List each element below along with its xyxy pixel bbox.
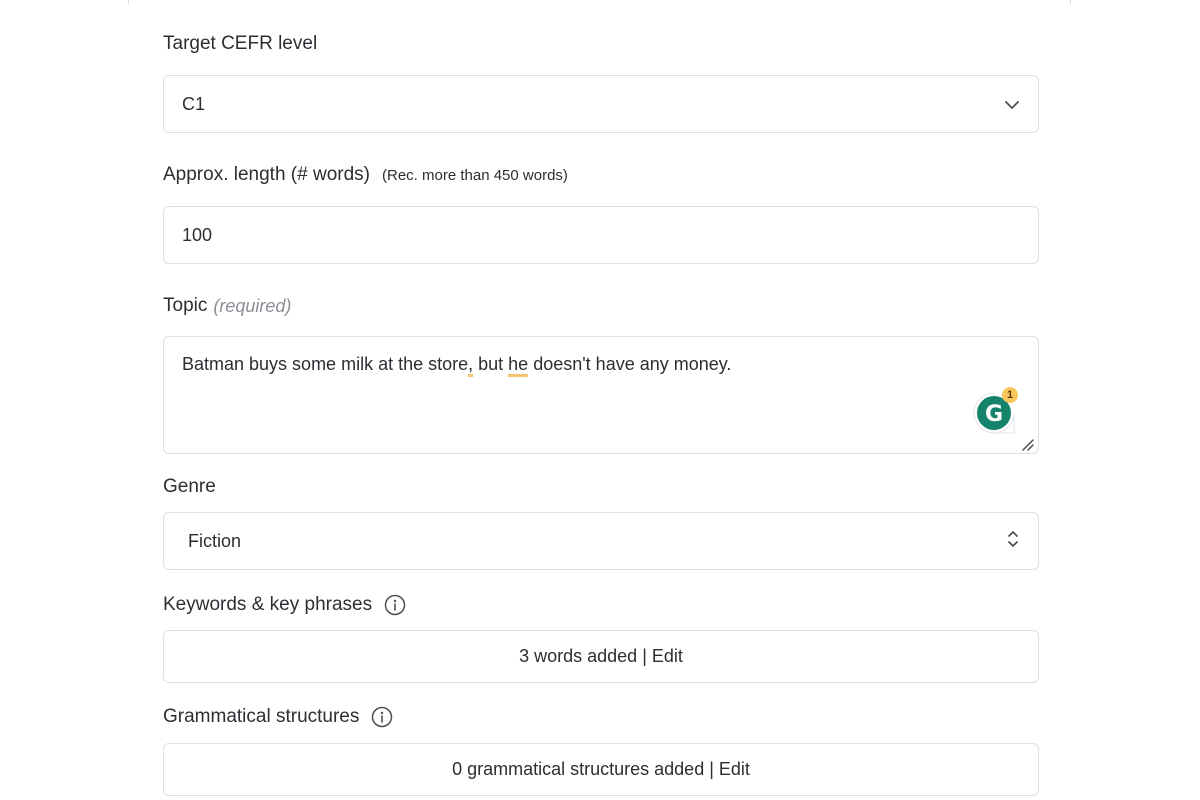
svg-text:G: G	[985, 402, 1003, 427]
info-icon[interactable]	[384, 594, 406, 616]
grammarly-icon[interactable]: G 1	[972, 387, 1018, 435]
grammar-label-text: Grammatical structures	[163, 706, 360, 727]
resize-handle-icon[interactable]	[1020, 435, 1034, 451]
grammar-edit-button[interactable]: 0 grammatical structures added | Edit	[163, 743, 1039, 796]
topic-required-text: (required)	[213, 295, 292, 316]
cefr-select[interactable]: C1	[163, 75, 1039, 133]
cefr-label-text: Target CEFR level	[163, 33, 318, 54]
genre-select[interactable]: Fiction	[163, 512, 1039, 570]
topic-text-part: doesn't have any money.	[528, 354, 732, 374]
keywords-label: Keywords & key phrases	[163, 594, 406, 616]
length-input[interactable]	[182, 224, 1020, 246]
length-field[interactable]	[163, 206, 1039, 264]
chevron-down-icon	[1004, 94, 1020, 115]
cefr-label: Target CEFR level	[163, 33, 317, 55]
grammarly-badge: 1	[1002, 387, 1018, 403]
topic-textarea[interactable]: Batman buys some milk at the store, but …	[163, 336, 1039, 454]
genre-label-text: Genre	[163, 476, 216, 497]
frame-edge	[1070, 0, 1071, 4]
length-label-text: Approx. length (# words)	[163, 164, 370, 185]
keywords-edit-button[interactable]: 3 words added | Edit	[163, 630, 1039, 683]
length-hint: (Rec. more than 450 words)	[382, 166, 568, 184]
genre-select-value: Fiction	[188, 530, 242, 551]
grammar-edit-label: 0 grammatical structures added | Edit	[452, 759, 750, 779]
frame-edge	[128, 0, 129, 4]
cefr-select-value: C1	[182, 93, 206, 114]
keywords-edit-label: 3 words added | Edit	[519, 646, 683, 666]
genre-label: Genre	[163, 476, 216, 498]
topic-text: Batman buys some milk at the store, but …	[182, 351, 1020, 377]
grammar-label: Grammatical structures	[163, 706, 393, 728]
topic-text-flagged: he	[508, 354, 529, 377]
topic-text-part: Batman buys some milk at the store	[182, 354, 469, 374]
topic-label-text: Topic	[163, 295, 208, 316]
topic-label: Topic (required)	[163, 295, 291, 317]
info-icon[interactable]	[371, 706, 393, 728]
page: Target CEFR level C1 Approx. length (# w…	[0, 0, 1200, 800]
chevron-up-down-icon	[1006, 528, 1020, 555]
keywords-label-text: Keywords & key phrases	[163, 594, 373, 615]
length-label: Approx. length (# words) (Rec. more than…	[163, 164, 568, 186]
topic-text-part: but	[473, 354, 509, 374]
